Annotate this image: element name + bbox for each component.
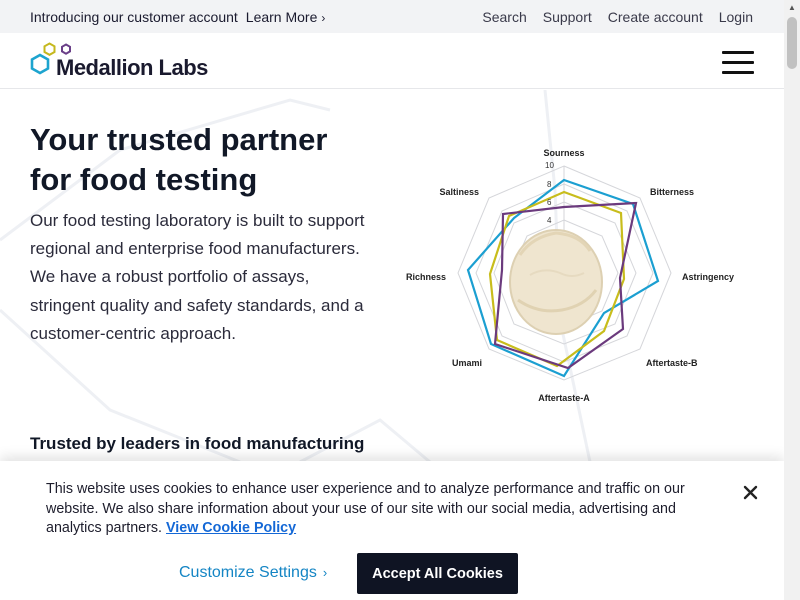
create-account-link[interactable]: Create account bbox=[608, 9, 703, 25]
chevron-right-icon: › bbox=[321, 11, 326, 25]
cookie-banner: This website uses cookies to enhance use… bbox=[0, 461, 784, 600]
menu-bar bbox=[722, 61, 754, 64]
axis-label-astringency: Astringency bbox=[682, 272, 734, 282]
close-icon[interactable] bbox=[741, 483, 761, 503]
flavor-radar-chart: 10 8 6 4 Sourness Bitterness Astringency… bbox=[406, 148, 734, 403]
cookie-message: This website uses cookies to enhance use… bbox=[46, 480, 716, 539]
menu-bar bbox=[722, 51, 754, 54]
scrollbar-thumb[interactable] bbox=[787, 17, 797, 69]
page-scrollbar[interactable]: ▲ bbox=[784, 0, 800, 600]
radar-tick-label: 4 bbox=[547, 216, 552, 225]
cookie-message-text: This website uses cookies to enhance use… bbox=[46, 481, 685, 536]
radar-tick-label: 6 bbox=[547, 198, 552, 207]
accept-all-cookies-button[interactable]: Accept All Cookies bbox=[357, 553, 518, 594]
utility-nav: Search Support Create account Login bbox=[482, 9, 753, 25]
promo: Introducing our customer account Learn Mo… bbox=[30, 9, 325, 25]
axis-label-umami: Umami bbox=[452, 358, 482, 368]
hero-description: Our food testing laboratory is built to … bbox=[30, 211, 365, 343]
promo-text: Introducing our customer account bbox=[30, 9, 238, 25]
axis-label-saltiness: Saltiness bbox=[439, 187, 479, 197]
axis-label-bitterness: Bitterness bbox=[650, 187, 694, 197]
trusted-by-heading: Trusted by leaders in food manufacturing bbox=[30, 434, 365, 453]
hero-title: Your trusted partner for food testing bbox=[30, 122, 328, 197]
axis-label-sourness: Sourness bbox=[543, 148, 584, 158]
learn-more-link[interactable]: Learn More › bbox=[246, 9, 326, 25]
chevron-right-icon: › bbox=[322, 565, 328, 580]
menu-bar bbox=[722, 71, 754, 74]
ice-cream-scoop-image bbox=[509, 229, 603, 335]
radar-tick-label: 8 bbox=[547, 180, 552, 189]
site-header: Medallion Labs bbox=[0, 33, 784, 89]
axis-label-aftertaste-b: Aftertaste-B bbox=[646, 358, 698, 368]
axis-label-aftertaste-a: Aftertaste-A bbox=[538, 393, 590, 403]
support-link[interactable]: Support bbox=[543, 9, 592, 25]
radar-tick-label: 10 bbox=[545, 161, 554, 170]
announcement-bar: Introducing our customer account Learn Mo… bbox=[0, 0, 784, 33]
customize-settings-label: Customize Settings bbox=[179, 564, 317, 581]
brand-name: Medallion Labs bbox=[56, 55, 208, 80]
hamburger-menu-button[interactable] bbox=[722, 51, 754, 75]
login-link[interactable]: Login bbox=[719, 9, 753, 25]
view-cookie-policy-link[interactable]: View Cookie Policy bbox=[166, 520, 296, 536]
search-link[interactable]: Search bbox=[482, 9, 526, 25]
scroll-up-arrow-icon[interactable]: ▲ bbox=[788, 3, 796, 12]
logo[interactable]: Medallion Labs bbox=[29, 41, 219, 83]
learn-more-label: Learn More bbox=[245, 9, 318, 25]
axis-label-richness: Richness bbox=[406, 272, 446, 282]
customize-settings-button[interactable]: Customize Settings › bbox=[179, 564, 327, 582]
